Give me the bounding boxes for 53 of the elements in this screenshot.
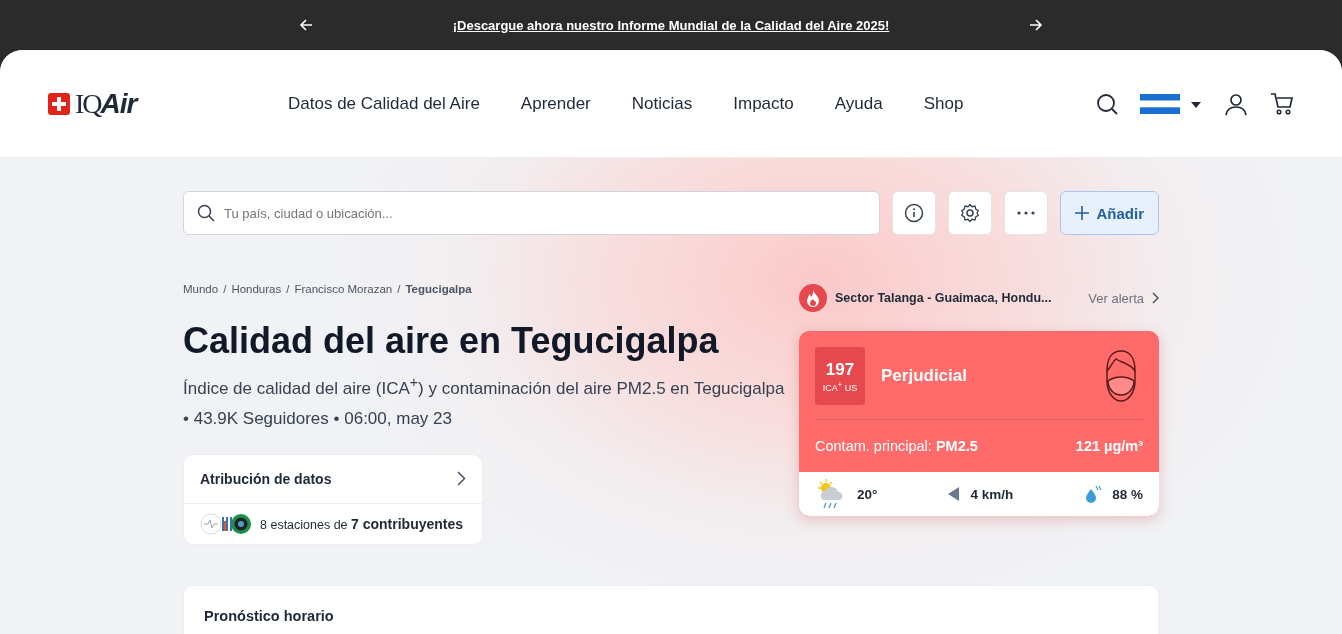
attribution-title: Atribución de datos [200, 470, 332, 487]
flag-dropdown-icon[interactable] [1140, 93, 1202, 114]
cart-icon[interactable] [1270, 91, 1294, 116]
aqi-status: Perjudicial [881, 366, 968, 386]
nav-link[interactable]: Ayuda [834, 93, 883, 114]
chevron-right-icon [457, 471, 466, 487]
breadcrumb-link[interactable]: Honduras [231, 283, 282, 295]
settings-icon [960, 203, 981, 223]
breadcrumb-link[interactable]: Tegucigalpa [405, 283, 472, 295]
forecast-title: Pronóstico horario [204, 607, 334, 624]
alert-text: Sector Talanga - Guaimaca, Hondu... [835, 291, 1052, 305]
attribution-summary: 8 estaciones de 7 contribuyentes [260, 515, 464, 532]
concentration-value: 121 µg/m³ [1075, 438, 1143, 454]
nav-link[interactable]: Aprender [520, 93, 591, 114]
contributor-logos-icon [200, 512, 252, 535]
settings-button[interactable] [948, 191, 993, 235]
breadcrumb-link[interactable]: Francisco Morazan [294, 283, 393, 295]
wind-direction-icon [948, 487, 961, 501]
add-button[interactable]: Añadir [1060, 191, 1159, 235]
breadcrumb-separator: / [397, 283, 401, 295]
nav-link[interactable]: Shop [923, 93, 964, 114]
wind-speed: 4 km/h [970, 486, 1014, 502]
arrow-right-icon[interactable] [1029, 18, 1044, 32]
breadcrumb-link[interactable]: Mundo [183, 283, 219, 295]
cross-icon [48, 92, 70, 115]
aqi-badge: 197 ICA$^{+}$ US [815, 347, 865, 405]
logo[interactable]: IQAir [48, 87, 288, 120]
meta-text: • 43.9K Seguidores • 06:00, may 23 [183, 407, 453, 430]
nav-link[interactable]: Impacto [733, 93, 794, 114]
more-icon [1017, 211, 1036, 215]
subtitle: Índice de calidad del aire (ICA$^{+}$) y contaminación del aire PM2.5 en Tegucigalpa [183, 373, 786, 400]
info-button[interactable] [892, 191, 937, 235]
breadcrumb-separator: / [223, 283, 227, 295]
humidity-icon [1084, 485, 1103, 503]
banner-link[interactable]: ¡Descargue ahora nuestro Informe Mundial de la Calidad del Aire 2025! [452, 17, 890, 33]
search-icon[interactable] [1096, 92, 1118, 115]
arrow-left-icon[interactable] [298, 18, 313, 32]
temperature: 20° [857, 486, 878, 502]
attribution-card[interactable]: Atribución de datos 8 estaciones de 7 contribuyentes [183, 453, 483, 545]
search-icon [197, 204, 215, 222]
nav-link[interactable]: Datos de Calidad del Aire [288, 93, 480, 114]
breadcrumb-separator: / [286, 283, 290, 295]
search-field[interactable]: Tu país, ciudad o ubicación... [183, 191, 881, 235]
fire-icon [799, 284, 827, 312]
nav-link[interactable]: Noticias [631, 93, 693, 114]
humidity: 88 % [1112, 486, 1143, 502]
info-icon [904, 203, 925, 223]
page-title: Calidad del aire en Tegucigalpa [183, 319, 719, 363]
chevron-right-icon [1152, 292, 1159, 304]
plus-icon [1075, 206, 1090, 220]
user-icon[interactable] [1224, 91, 1248, 116]
view-alert-link[interactable]: Ver alerta [1088, 290, 1159, 306]
main-pollutant: Contam. principal: PM2.5 [815, 438, 978, 454]
